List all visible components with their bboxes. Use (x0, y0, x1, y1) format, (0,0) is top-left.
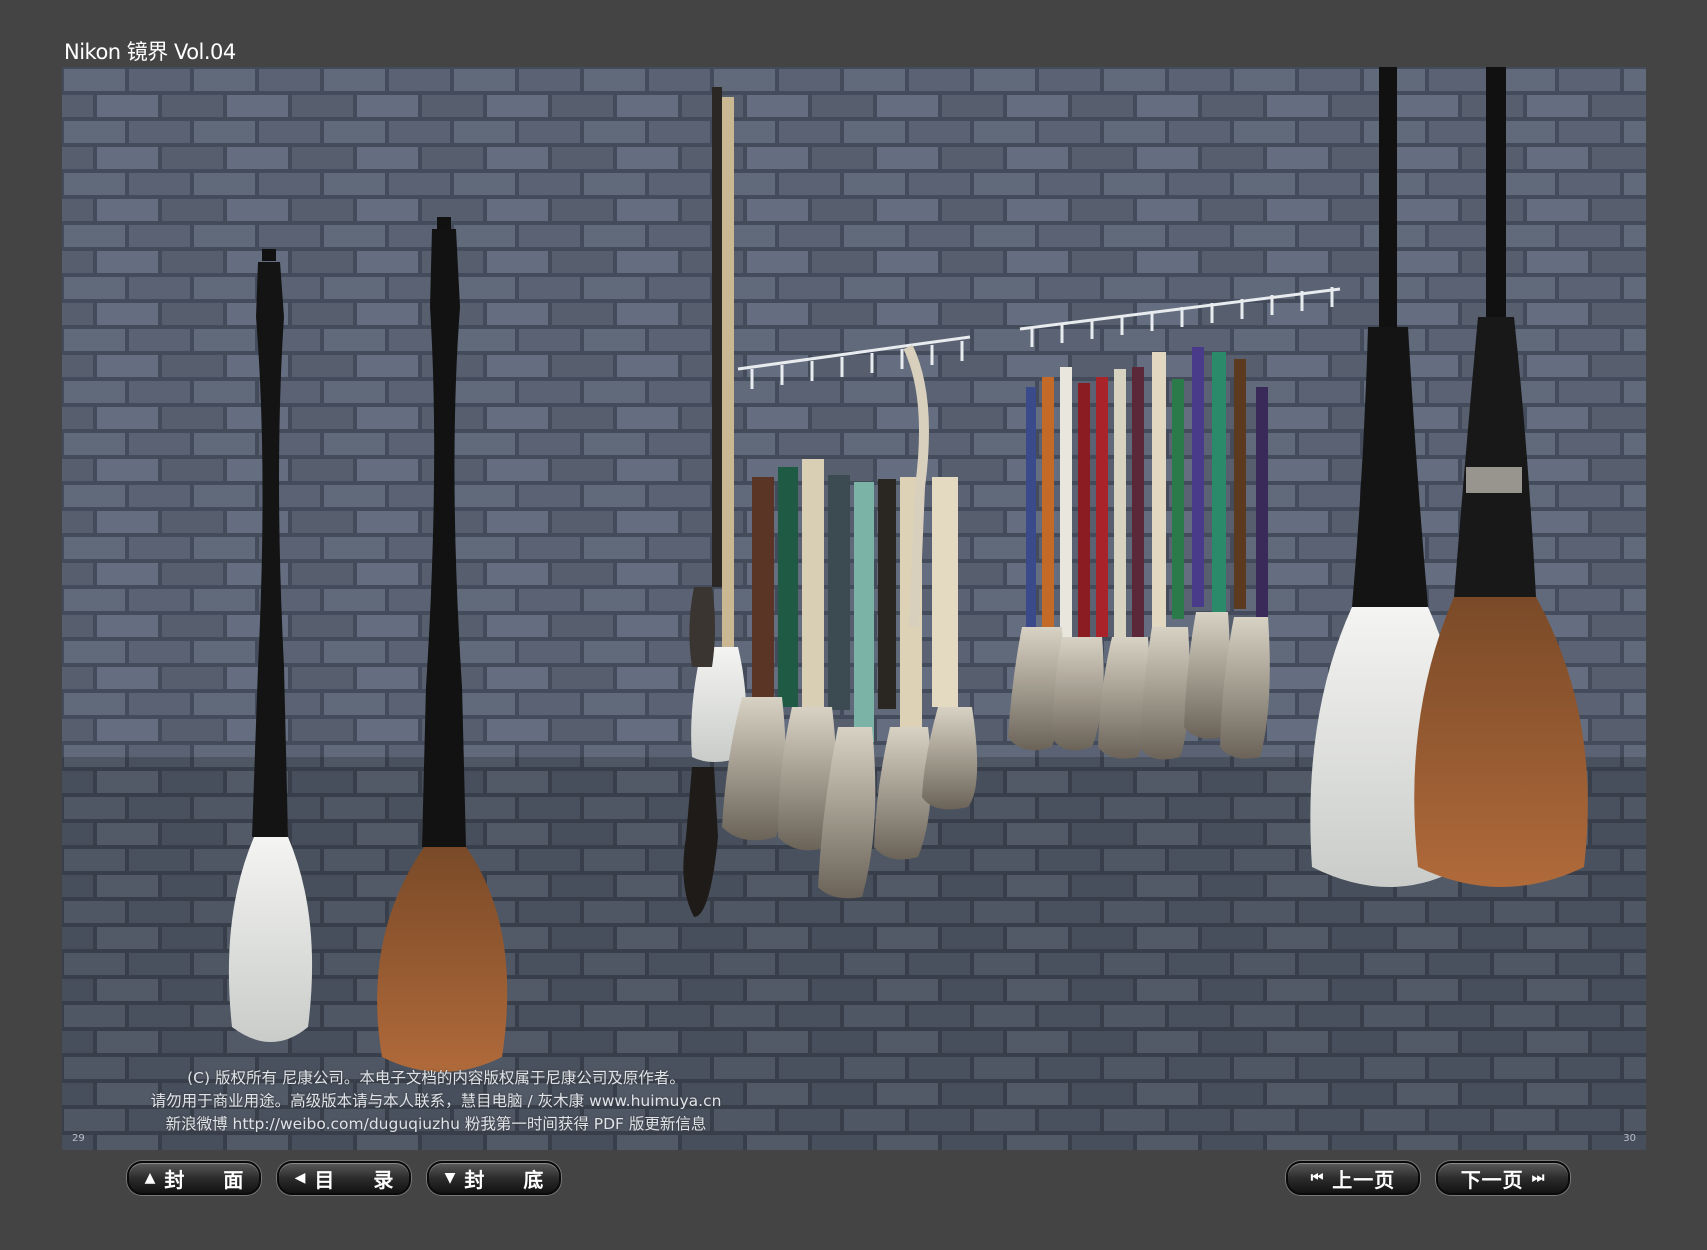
back-cover-button-label: 封 底 (464, 1167, 560, 1192)
triangle-left-icon: ◀ (294, 1170, 307, 1186)
next-page-label: 下一页 (1460, 1167, 1524, 1192)
triangle-down-icon: ▼ (444, 1170, 457, 1186)
page-title: Nikon 镜界 Vol.04 (64, 40, 236, 64)
toc-button-label: 目 录 (314, 1167, 410, 1192)
next-page-button[interactable]: 下一页 ⏭ (1436, 1161, 1570, 1195)
toc-button[interactable]: ◀ 目 录 (277, 1161, 411, 1195)
triangle-up-icon: ▲ (144, 1170, 157, 1186)
skip-forward-icon: ⏭ (1531, 1170, 1546, 1186)
skip-back-icon: ⏮ (1310, 1170, 1325, 1186)
page-number-left: 29 (72, 1133, 85, 1144)
cover-button[interactable]: ▲ 封 面 (127, 1161, 261, 1195)
prev-page-button[interactable]: ⏮ 上一页 (1286, 1161, 1420, 1195)
photo-viewer: (C) 版权所有 尼康公司。本电子文档的内容版权属于尼康公司及原作者。 请勿用于… (62, 67, 1646, 1150)
page-number-right: 30 (1623, 1133, 1636, 1144)
prev-page-label: 上一页 (1332, 1167, 1396, 1192)
copyright-line: 请勿用于商业用途。高级版本请与本人联系，慧目电脑 / 灰木康 www.huimu… (150, 1092, 722, 1110)
copyright-line: (C) 版权所有 尼康公司。本电子文档的内容版权属于尼康公司及原作者。 (187, 1069, 685, 1087)
copyright-line: 新浪微博 http://weibo.com/duguqiuzhu 粉我第一时间获… (165, 1115, 707, 1133)
calligraphy-brushes-photo (62, 67, 1646, 1150)
cover-button-label: 封 面 (164, 1167, 260, 1192)
copyright-notice: (C) 版权所有 尼康公司。本电子文档的内容版权属于尼康公司及原作者。 请勿用于… (76, 1067, 796, 1136)
back-cover-button[interactable]: ▼ 封 底 (427, 1161, 561, 1195)
